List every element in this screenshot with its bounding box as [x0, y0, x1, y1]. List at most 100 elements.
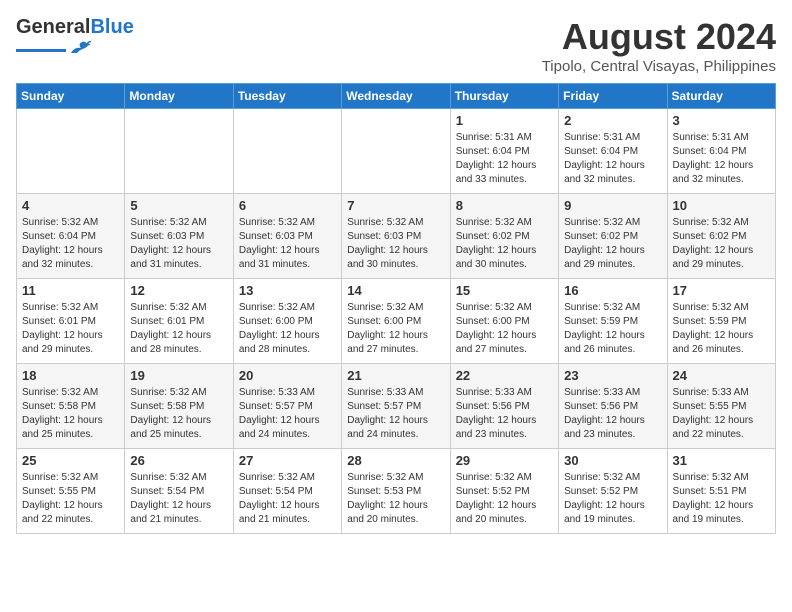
cell-sun-info: Sunrise: 5:32 AM Sunset: 5:58 PM Dayligh… [22, 386, 119, 442]
calendar-week-row: 25 Sunrise: 5:32 AM Sunset: 5:55 PM Dayli… [17, 449, 776, 534]
cell-sun-info: Sunrise: 5:32 AM Sunset: 6:01 PM Dayligh… [22, 301, 119, 357]
cell-date-number: 1 [456, 113, 553, 128]
cell-date-number: 25 [22, 453, 119, 468]
calendar-week-row: 11 Sunrise: 5:32 AM Sunset: 6:01 PM Dayli… [17, 279, 776, 364]
calendar-week-row: 1 Sunrise: 5:31 AM Sunset: 6:04 PM Daylig… [17, 109, 776, 194]
calendar-cell: 31 Sunrise: 5:32 AM Sunset: 5:51 PM Dayli… [667, 449, 775, 534]
header-day: Thursday [450, 84, 558, 109]
calendar-cell: 27 Sunrise: 5:32 AM Sunset: 5:54 PM Dayli… [233, 449, 341, 534]
cell-sun-info: Sunrise: 5:33 AM Sunset: 5:55 PM Dayligh… [673, 386, 770, 442]
calendar-cell: 24 Sunrise: 5:33 AM Sunset: 5:55 PM Dayli… [667, 364, 775, 449]
calendar-week-row: 4Sunrise: 5:32 AM Sunset: 6:04 PM Daylig… [17, 194, 776, 279]
calendar-cell: 8 Sunrise: 5:32 AM Sunset: 6:02 PM Daylig… [450, 194, 558, 279]
cell-sun-info: Sunrise: 5:32 AM Sunset: 6:01 PM Dayligh… [130, 301, 227, 357]
cell-date-number: 8 [456, 198, 553, 213]
cell-sun-info: Sunrise: 5:31 AM Sunset: 6:04 PM Dayligh… [564, 131, 661, 187]
cell-date-number: 15 [456, 283, 553, 298]
cell-date-number: 31 [673, 453, 770, 468]
logo-general: General [16, 16, 90, 38]
cell-date-number: 24 [673, 368, 770, 383]
cell-sun-info: Sunrise: 5:32 AM Sunset: 5:58 PM Dayligh… [130, 386, 227, 442]
header-day: Tuesday [233, 84, 341, 109]
cell-date-number: 22 [456, 368, 553, 383]
calendar-cell: 23Sunrise: 5:33 AM Sunset: 5:56 PM Dayli… [559, 364, 667, 449]
calendar-cell [342, 109, 450, 194]
calendar-cell [233, 109, 341, 194]
cell-date-number: 11 [22, 283, 119, 298]
header-day: Saturday [667, 84, 775, 109]
calendar-cell: 15 Sunrise: 5:32 AM Sunset: 6:00 PM Dayli… [450, 279, 558, 364]
cell-sun-info: Sunrise: 5:32 AM Sunset: 6:00 PM Dayligh… [456, 301, 553, 357]
cell-sun-info: Sunrise: 5:32 AM Sunset: 5:59 PM Dayligh… [673, 301, 770, 357]
cell-date-number: 17 [673, 283, 770, 298]
cell-date-number: 27 [239, 453, 336, 468]
subtitle: Tipolo, Central Visayas, Philippines [542, 58, 776, 75]
cell-date-number: 10 [673, 198, 770, 213]
cell-sun-info: Sunrise: 5:32 AM Sunset: 6:03 PM Dayligh… [239, 216, 336, 272]
cell-date-number: 14 [347, 283, 444, 298]
calendar-cell: 5 Sunrise: 5:32 AM Sunset: 6:03 PM Daylig… [125, 194, 233, 279]
header-row: SundayMondayTuesdayWednesdayThursdayFrid… [17, 84, 776, 109]
logo-blue: Blue [90, 16, 133, 38]
header-day: Sunday [17, 84, 125, 109]
cell-date-number: 9 [564, 198, 661, 213]
calendar-cell: 16 Sunrise: 5:32 AM Sunset: 5:59 PM Dayli… [559, 279, 667, 364]
calendar-body: 1 Sunrise: 5:31 AM Sunset: 6:04 PM Daylig… [17, 109, 776, 534]
calendar-cell: 26Sunrise: 5:32 AM Sunset: 5:54 PM Dayli… [125, 449, 233, 534]
cell-sun-info: Sunrise: 5:32 AM Sunset: 5:52 PM Dayligh… [564, 471, 661, 527]
cell-date-number: 19 [130, 368, 227, 383]
cell-sun-info: Sunrise: 5:32 AM Sunset: 5:51 PM Dayligh… [673, 471, 770, 527]
cell-date-number: 16 [564, 283, 661, 298]
cell-date-number: 12 [130, 283, 227, 298]
calendar-cell: 30 Sunrise: 5:32 AM Sunset: 5:52 PM Dayli… [559, 449, 667, 534]
header: GeneralBlue August 2024 Tipolo, Central … [16, 16, 776, 75]
calendar-header: SundayMondayTuesdayWednesdayThursdayFrid… [17, 84, 776, 109]
header-day: Wednesday [342, 84, 450, 109]
cell-sun-info: Sunrise: 5:32 AM Sunset: 6:03 PM Dayligh… [347, 216, 444, 272]
calendar-cell: 17 Sunrise: 5:32 AM Sunset: 5:59 PM Dayli… [667, 279, 775, 364]
cell-sun-info: Sunrise: 5:32 AM Sunset: 5:54 PM Dayligh… [239, 471, 336, 527]
cell-date-number: 30 [564, 453, 661, 468]
cell-date-number: 5 [130, 198, 227, 213]
calendar-cell: 13 Sunrise: 5:32 AM Sunset: 6:00 PM Dayli… [233, 279, 341, 364]
header-day: Monday [125, 84, 233, 109]
cell-sun-info: Sunrise: 5:32 AM Sunset: 6:02 PM Dayligh… [564, 216, 661, 272]
calendar-cell: 7Sunrise: 5:32 AM Sunset: 6:03 PM Daylig… [342, 194, 450, 279]
header-day: Friday [559, 84, 667, 109]
cell-sun-info: Sunrise: 5:33 AM Sunset: 5:57 PM Dayligh… [347, 386, 444, 442]
cell-date-number: 29 [456, 453, 553, 468]
cell-sun-info: Sunrise: 5:32 AM Sunset: 6:00 PM Dayligh… [239, 301, 336, 357]
cell-sun-info: Sunrise: 5:32 AM Sunset: 6:02 PM Dayligh… [456, 216, 553, 272]
calendar-cell [125, 109, 233, 194]
cell-sun-info: Sunrise: 5:32 AM Sunset: 5:53 PM Dayligh… [347, 471, 444, 527]
calendar-cell: 19 Sunrise: 5:32 AM Sunset: 5:58 PM Dayli… [125, 364, 233, 449]
cell-sun-info: Sunrise: 5:33 AM Sunset: 5:56 PM Dayligh… [564, 386, 661, 442]
cell-date-number: 26 [130, 453, 227, 468]
calendar-cell: 1 Sunrise: 5:31 AM Sunset: 6:04 PM Daylig… [450, 109, 558, 194]
calendar-cell: 20Sunrise: 5:33 AM Sunset: 5:57 PM Dayli… [233, 364, 341, 449]
cell-sun-info: Sunrise: 5:32 AM Sunset: 6:03 PM Dayligh… [130, 216, 227, 272]
calendar-cell: 28Sunrise: 5:32 AM Sunset: 5:53 PM Dayli… [342, 449, 450, 534]
calendar-week-row: 18 Sunrise: 5:32 AM Sunset: 5:58 PM Dayli… [17, 364, 776, 449]
cell-sun-info: Sunrise: 5:32 AM Sunset: 5:55 PM Dayligh… [22, 471, 119, 527]
month-title: August 2024 [542, 16, 776, 58]
title-area: August 2024 Tipolo, Central Visayas, Phi… [542, 16, 776, 75]
cell-date-number: 13 [239, 283, 336, 298]
calendar-cell: 6 Sunrise: 5:32 AM Sunset: 6:03 PM Daylig… [233, 194, 341, 279]
cell-sun-info: Sunrise: 5:32 AM Sunset: 5:52 PM Dayligh… [456, 471, 553, 527]
cell-date-number: 6 [239, 198, 336, 213]
cell-date-number: 4 [22, 198, 119, 213]
calendar-cell: 3Sunrise: 5:31 AM Sunset: 6:04 PM Daylig… [667, 109, 775, 194]
calendar-cell: 21Sunrise: 5:33 AM Sunset: 5:57 PM Dayli… [342, 364, 450, 449]
cell-date-number: 18 [22, 368, 119, 383]
calendar-cell: 14 Sunrise: 5:32 AM Sunset: 6:00 PM Dayli… [342, 279, 450, 364]
calendar-cell: 9 Sunrise: 5:32 AM Sunset: 6:02 PM Daylig… [559, 194, 667, 279]
calendar-cell: 4Sunrise: 5:32 AM Sunset: 6:04 PM Daylig… [17, 194, 125, 279]
calendar-cell: 22Sunrise: 5:33 AM Sunset: 5:56 PM Dayli… [450, 364, 558, 449]
calendar-cell: 11 Sunrise: 5:32 AM Sunset: 6:01 PM Dayli… [17, 279, 125, 364]
cell-sun-info: Sunrise: 5:31 AM Sunset: 6:04 PM Dayligh… [456, 131, 553, 187]
bird-icon [69, 39, 91, 57]
cell-sun-info: Sunrise: 5:32 AM Sunset: 5:59 PM Dayligh… [564, 301, 661, 357]
calendar-cell: 2Sunrise: 5:31 AM Sunset: 6:04 PM Daylig… [559, 109, 667, 194]
cell-sun-info: Sunrise: 5:32 AM Sunset: 6:00 PM Dayligh… [347, 301, 444, 357]
